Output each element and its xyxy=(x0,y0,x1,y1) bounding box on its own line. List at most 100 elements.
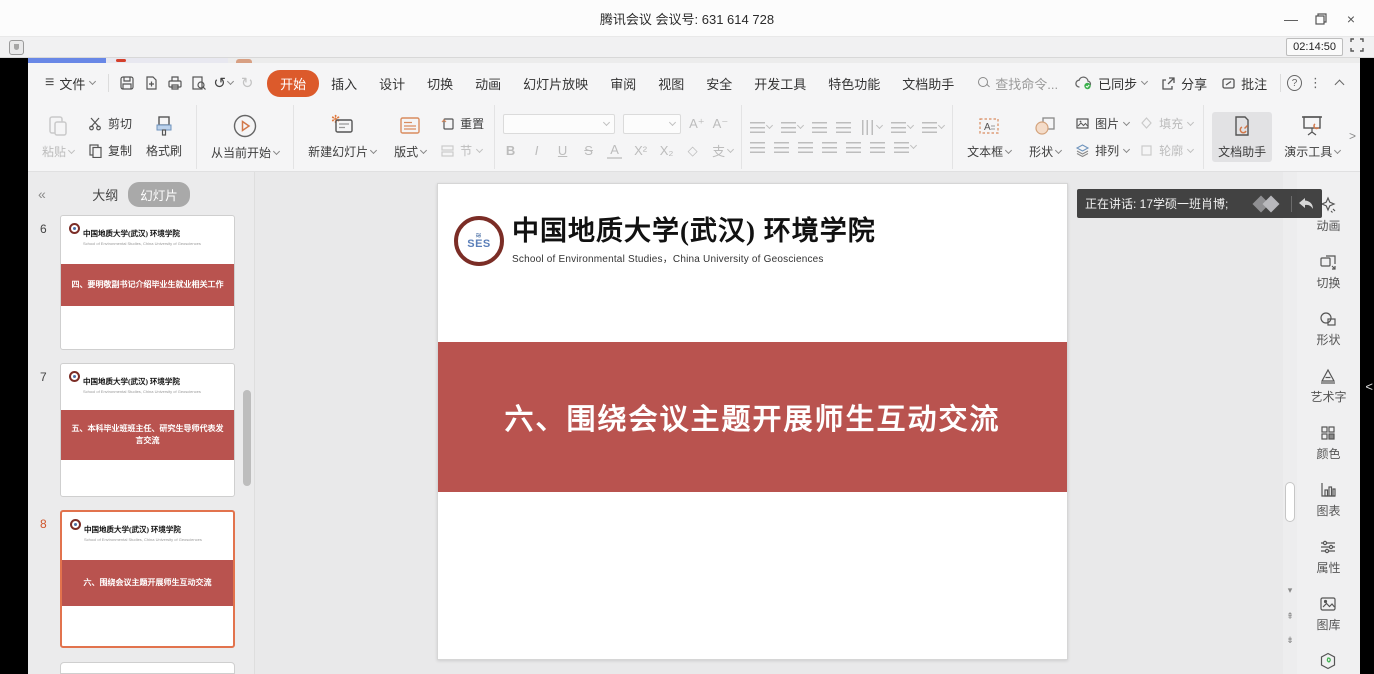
tab-animation[interactable]: 动画 xyxy=(465,70,511,97)
comment-button[interactable]: 批注 xyxy=(1214,69,1274,98)
scroll-down-arrow[interactable]: ▾ xyxy=(1283,582,1297,598)
current-slide[interactable]: ≋ SES 中国地质大学(武汉) 环境学院 School of Environm… xyxy=(437,183,1068,660)
meeting-panel-toggle-arrow[interactable]: < xyxy=(1365,380,1373,393)
share-button[interactable]: 分享 xyxy=(1154,69,1214,98)
cut-button[interactable]: 剪切 xyxy=(86,114,134,133)
paste-button[interactable]: 粘贴 xyxy=(36,112,80,162)
rail-color[interactable]: 颜色 xyxy=(1316,424,1340,462)
restore-button[interactable] xyxy=(1306,0,1336,37)
minimize-button[interactable]: — xyxy=(1276,0,1306,37)
find-command[interactable]: 查找命令... xyxy=(978,74,1058,93)
tab-security[interactable]: 安全 xyxy=(696,70,742,97)
collapse-panel-button[interactable]: « xyxy=(38,186,46,202)
tab-view[interactable]: 视图 xyxy=(648,70,694,97)
tab-slides[interactable]: 幻灯片 xyxy=(128,182,190,207)
undo-button[interactable]: ↺ xyxy=(211,71,235,95)
tab-slideshow[interactable]: 幻灯片放映 xyxy=(513,70,598,97)
rail-wordart[interactable]: 艺术字 xyxy=(1310,367,1346,405)
tab-developer[interactable]: 开发工具 xyxy=(744,70,816,97)
bold-button[interactable]: B xyxy=(503,143,518,158)
text-direction-button[interactable] xyxy=(860,122,882,133)
align-left-button[interactable] xyxy=(750,142,765,153)
reply-arrow-icon[interactable] xyxy=(1298,197,1314,211)
font-name-select[interactable] xyxy=(503,114,615,134)
save-button[interactable] xyxy=(115,71,139,95)
distribute-button[interactable] xyxy=(846,142,861,153)
strikethrough-button[interactable]: S xyxy=(581,143,596,158)
present-tools-button[interactable]: 演示工具 xyxy=(1278,112,1346,162)
copy-button[interactable]: 复制 xyxy=(86,141,134,160)
rail-chart[interactable]: 图表 xyxy=(1316,481,1340,519)
ribbon-expand-arrow[interactable]: > xyxy=(1349,129,1356,143)
increase-indent-button[interactable] xyxy=(836,122,851,133)
tab-review[interactable]: 审阅 xyxy=(600,70,646,97)
italic-button[interactable]: I xyxy=(529,143,544,158)
sync-status[interactable]: 已同步 xyxy=(1068,69,1154,98)
collapse-ribbon-button[interactable] xyxy=(1329,73,1350,93)
pinyin-button[interactable]: 支 xyxy=(711,141,733,160)
tab-transition[interactable]: 切换 xyxy=(417,70,463,97)
paragraph-spacing-button[interactable] xyxy=(894,142,916,153)
tab-design[interactable]: 设计 xyxy=(369,70,415,97)
panel-scrollbar-thumb[interactable] xyxy=(243,390,251,486)
clear-format-button[interactable]: ◇ xyxy=(685,143,700,159)
file-menu[interactable]: ≡ 文件 xyxy=(38,69,102,98)
decrease-indent-button[interactable] xyxy=(812,122,827,133)
tab-outline[interactable]: 大纲 xyxy=(92,185,118,204)
text-box-button[interactable]: A 文本框 xyxy=(961,112,1017,162)
more-button[interactable]: ⋮ xyxy=(1302,70,1329,96)
reset-button[interactable]: 重置 xyxy=(438,114,486,133)
justify-button[interactable] xyxy=(822,142,837,153)
subscript-button[interactable]: X₂ xyxy=(659,143,674,158)
tab-features[interactable]: 特色功能 xyxy=(818,70,890,97)
outline-button[interactable]: 轮廓 xyxy=(1137,141,1195,160)
underline-button[interactable]: U xyxy=(555,143,570,158)
export-button[interactable] xyxy=(139,71,163,95)
tab-doc-assistant[interactable]: 文档助手 xyxy=(892,70,964,97)
next-slide-button[interactable]: ⇟ xyxy=(1283,632,1297,648)
print-button[interactable] xyxy=(163,71,187,95)
align-center-button[interactable] xyxy=(774,142,789,153)
play-from-current-button[interactable]: 从当前开始 xyxy=(205,111,285,163)
section-button[interactable]: 节 xyxy=(438,141,486,160)
slide-thumbnail-7[interactable]: 中国地质大学(武汉) 环境学院 School of Environmental … xyxy=(60,363,235,497)
text-frame-button[interactable] xyxy=(891,122,913,133)
format-painter-button[interactable]: 格式刷 xyxy=(140,113,188,161)
slide-thumbnail-6[interactable]: 中国地质大学(武汉) 环境学院 School of Environmental … xyxy=(60,215,235,350)
slide-thumbnail-9-partial[interactable] xyxy=(60,662,235,674)
chevron-down-icon xyxy=(1141,78,1148,85)
slide-thumbnail-8-selected[interactable]: 中国地质大学(武汉) 环境学院 School of Environmental … xyxy=(60,510,235,648)
arrange-button[interactable]: 排列 xyxy=(1073,141,1131,160)
rail-properties[interactable]: 属性 xyxy=(1316,538,1340,576)
shapes-button[interactable]: 形状 xyxy=(1023,112,1067,162)
previous-slide-button[interactable]: ⇞ xyxy=(1283,608,1297,624)
grow-font-button[interactable]: A⁺ xyxy=(689,116,705,132)
new-slide-button[interactable]: ✻ 新建幻灯片 xyxy=(302,112,382,162)
font-size-select[interactable] xyxy=(623,114,681,134)
rail-gallery[interactable]: 图库 xyxy=(1316,595,1340,633)
font-color-button[interactable]: A xyxy=(607,142,622,159)
close-button[interactable]: × xyxy=(1336,0,1366,37)
numbered-list-button[interactable] xyxy=(781,122,803,133)
columns-button[interactable] xyxy=(870,142,885,153)
help-button[interactable]: ? xyxy=(1287,75,1302,91)
rail-transition[interactable]: 切换 xyxy=(1316,253,1340,291)
rail-style[interactable]: 风格 xyxy=(1316,652,1340,674)
print-preview-button[interactable] xyxy=(187,71,211,95)
line-spacing-button[interactable] xyxy=(922,122,944,133)
canvas-scrollbar-thumb[interactable] xyxy=(1285,482,1295,522)
layout-button[interactable]: 版式 xyxy=(388,112,432,162)
tab-home[interactable]: 开始 xyxy=(267,70,319,97)
superscript-button[interactable]: X² xyxy=(633,143,648,158)
fill-button[interactable]: 填充 xyxy=(1137,114,1195,133)
fullscreen-icon[interactable] xyxy=(1350,38,1364,57)
rail-shape[interactable]: 形状 xyxy=(1316,310,1340,348)
redo-button[interactable]: ↻ xyxy=(235,71,259,95)
align-right-button[interactable] xyxy=(798,142,813,153)
tab-insert[interactable]: 插入 xyxy=(321,70,367,97)
bullet-list-button[interactable] xyxy=(750,122,772,133)
canvas-scrollbar[interactable] xyxy=(1283,172,1297,674)
shrink-font-button[interactable]: A⁻ xyxy=(713,116,729,132)
doc-assistant-button[interactable]: 文档助手 xyxy=(1212,112,1272,162)
picture-button[interactable]: 图片 xyxy=(1073,114,1131,133)
